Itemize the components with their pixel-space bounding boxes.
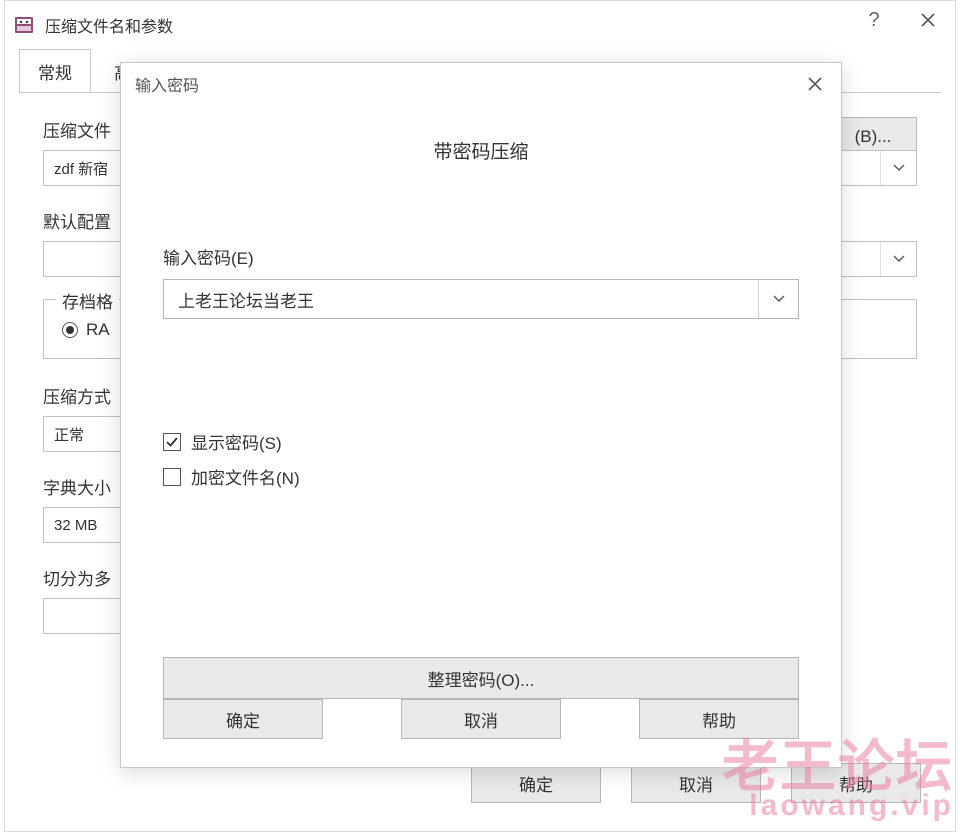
checkbox-icon xyxy=(163,433,181,451)
parent-footer: 确定 取消 帮助 xyxy=(19,763,941,803)
radio-dot-icon xyxy=(62,322,78,338)
format-rar-radio[interactable]: RA xyxy=(62,320,110,340)
checkbox-icon xyxy=(163,468,181,486)
archive-format-legend: 存档格 xyxy=(56,288,119,313)
encrypt-names-checkbox[interactable]: 加密文件名(N) xyxy=(163,464,799,489)
modal-footer: 确定 取消 帮助 xyxy=(163,699,799,739)
modal-heading: 带密码压缩 xyxy=(163,137,799,164)
parent-cancel-button[interactable]: 取消 xyxy=(631,763,761,803)
parent-help-button[interactable]: 帮助 xyxy=(791,763,921,803)
password-input[interactable]: 上老王论坛当老王 xyxy=(163,279,799,319)
tab-general[interactable]: 常规 xyxy=(19,49,91,93)
parent-titlebar: 压缩文件名和参数 ? xyxy=(5,1,955,49)
chevron-down-icon xyxy=(880,242,916,276)
modal-help-button[interactable]: 帮助 xyxy=(639,699,799,739)
close-button[interactable] xyxy=(901,1,955,39)
chevron-down-icon xyxy=(880,151,916,185)
parent-ok-button[interactable]: 确定 xyxy=(471,763,601,803)
modal-cancel-button[interactable]: 取消 xyxy=(401,699,561,739)
winrar-icon xyxy=(13,14,35,36)
compression-value: 正常 xyxy=(54,424,84,445)
help-button[interactable]: ? xyxy=(847,1,901,39)
modal-body: 带密码压缩 输入密码(E) 上老王论坛当老王 显示密码(S) 加密文件名(N) … xyxy=(121,105,841,767)
modal-close-button[interactable] xyxy=(795,67,835,101)
organize-passwords-button[interactable]: 整理密码(O)... xyxy=(163,657,799,699)
password-label: 输入密码(E) xyxy=(163,244,799,269)
archive-name-value: zdf 新宿 xyxy=(54,158,108,179)
show-password-checkbox[interactable]: 显示密码(S) xyxy=(163,429,799,454)
dict-value: 32 MB xyxy=(54,517,97,534)
modal-title: 输入密码 xyxy=(135,72,199,96)
modal-ok-button[interactable]: 确定 xyxy=(163,699,323,739)
modal-titlebar: 输入密码 xyxy=(121,63,841,105)
chevron-down-icon xyxy=(758,280,798,318)
password-dialog: 输入密码 带密码压缩 输入密码(E) 上老王论坛当老王 显示密码(S) 加密文件… xyxy=(120,62,842,768)
password-value: 上老王论坛当老王 xyxy=(178,287,314,312)
parent-title: 压缩文件名和参数 xyxy=(45,13,173,37)
